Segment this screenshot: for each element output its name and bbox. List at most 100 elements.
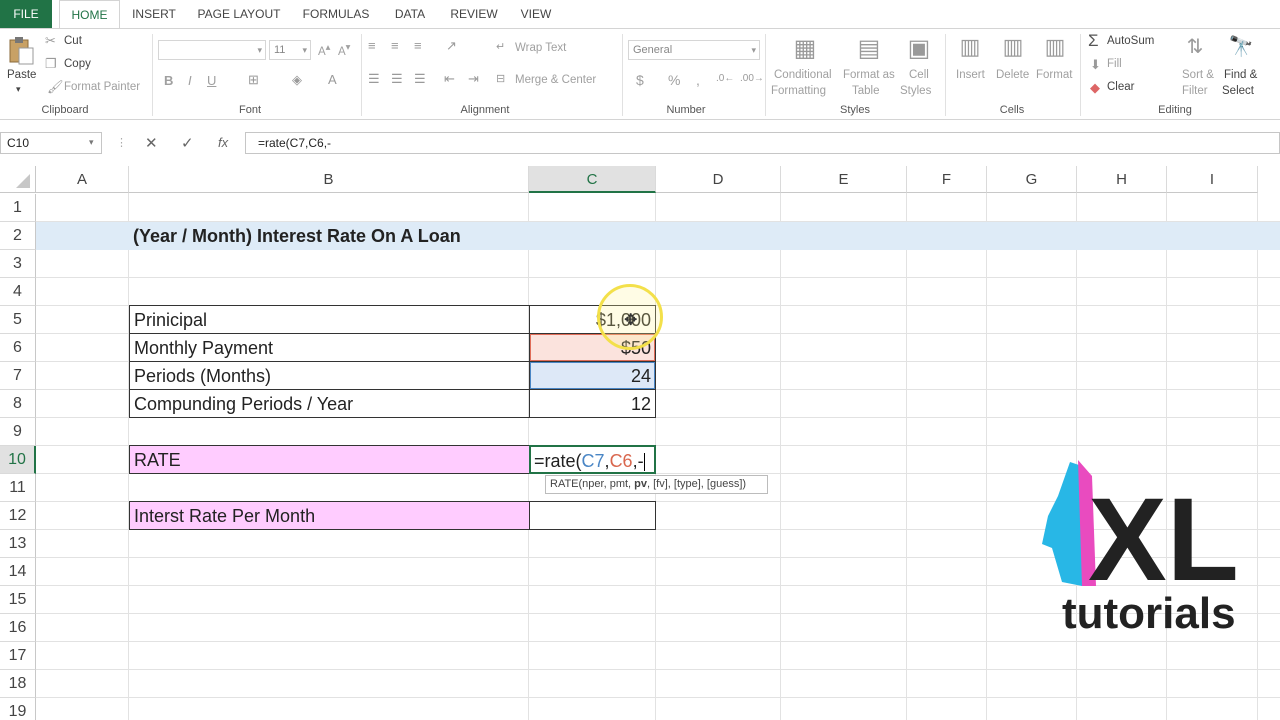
column-header[interactable]: B: [129, 166, 529, 193]
cut-button[interactable]: Cut: [64, 35, 82, 47]
sheet-title[interactable]: (Year / Month) Interest Rate On A Loan: [129, 222, 529, 251]
copy-button[interactable]: Copy: [64, 58, 91, 70]
insert-function-button[interactable]: fx: [218, 135, 228, 150]
decrease-indent-icon[interactable]: ⇤: [444, 71, 455, 87]
font-color-icon[interactable]: A: [328, 72, 337, 87]
autosum-icon[interactable]: Σ: [1088, 31, 1099, 51]
shrink-font-icon[interactable]: A▾: [338, 42, 350, 58]
delete-cells-button[interactable]: Delete: [996, 69, 1029, 81]
row-header[interactable]: 10: [0, 446, 36, 474]
number-format-combo[interactable]: General: [628, 40, 760, 60]
find-select-line2[interactable]: Select: [1222, 85, 1254, 97]
row-header[interactable]: 11: [0, 474, 36, 502]
conditional-formatting-line2[interactable]: Formatting: [771, 85, 826, 97]
fill-button[interactable]: Fill: [1107, 58, 1122, 70]
cell-styles-line2[interactable]: Styles: [900, 85, 931, 97]
periods-value[interactable]: 24: [529, 361, 656, 390]
name-box-dropdown-icon[interactable]: ▾: [89, 137, 94, 148]
row-header[interactable]: 15: [0, 586, 36, 614]
sort-filter-line1[interactable]: Sort &: [1182, 69, 1214, 81]
sort-filter-icon[interactable]: ⇅: [1183, 34, 1207, 59]
tab-view[interactable]: VIEW: [514, 0, 558, 28]
select-all-corner[interactable]: [0, 166, 36, 193]
row-header[interactable]: 6: [0, 334, 36, 362]
function-tooltip[interactable]: RATE(nper, pmt, pv, [fv], [type], [guess…: [545, 475, 768, 494]
wrap-text-icon[interactable]: ↵: [496, 40, 505, 53]
interest-rate-value[interactable]: [529, 501, 656, 530]
increase-indent-icon[interactable]: ⇥: [468, 71, 479, 87]
format-as-table-icon[interactable]: ▤: [854, 34, 884, 64]
orientation-icon[interactable]: ↗: [446, 38, 457, 54]
tab-home[interactable]: HOME: [59, 0, 120, 29]
column-header[interactable]: C: [529, 166, 656, 193]
format-as-table-line2[interactable]: Table: [852, 85, 880, 97]
format-cells-icon[interactable]: ▥: [1040, 34, 1070, 60]
row-header[interactable]: 7: [0, 362, 36, 390]
principal-label[interactable]: Prinicipal: [129, 305, 530, 334]
italic-button[interactable]: I: [188, 73, 192, 88]
column-header[interactable]: I: [1167, 166, 1258, 193]
tab-data[interactable]: DATA: [388, 0, 432, 28]
merge-center-button[interactable]: Merge & Center: [515, 74, 596, 86]
column-header[interactable]: F: [907, 166, 987, 193]
binoculars-icon[interactable]: 🔭: [1228, 34, 1254, 59]
copy-icon[interactable]: ❐: [45, 56, 57, 72]
cut-icon[interactable]: ✂: [45, 33, 56, 49]
row-header[interactable]: 9: [0, 418, 36, 446]
column-header[interactable]: E: [781, 166, 907, 193]
delete-cells-icon[interactable]: ▥: [998, 34, 1028, 60]
row-header[interactable]: 3: [0, 250, 36, 278]
autosum-button[interactable]: AutoSum: [1107, 35, 1154, 47]
paste-dropdown-icon[interactable]: ▾: [16, 84, 21, 95]
comma-button[interactable]: ,: [696, 72, 700, 88]
align-center-icon[interactable]: ☰: [391, 71, 403, 87]
underline-button[interactable]: U: [207, 73, 216, 88]
format-cells-button[interactable]: Format: [1036, 69, 1072, 81]
formula-input[interactable]: =rate(C7,C6,-: [245, 132, 1280, 154]
wrap-text-button[interactable]: Wrap Text: [515, 42, 566, 54]
active-cell-c10[interactable]: =rate(C7,C6,-: [529, 445, 656, 474]
row-header[interactable]: 19: [0, 698, 36, 720]
sort-filter-line2[interactable]: Filter: [1182, 85, 1208, 97]
row-header[interactable]: 13: [0, 530, 36, 558]
fill-color-icon[interactable]: ◈: [292, 72, 302, 88]
cell-styles-icon[interactable]: ▣: [904, 34, 934, 64]
tab-insert[interactable]: INSERT: [128, 0, 180, 28]
tab-formulas[interactable]: FORMULAS: [296, 0, 376, 28]
align-left-icon[interactable]: ☰: [368, 71, 380, 87]
fill-icon[interactable]: ⬇: [1090, 57, 1101, 73]
decrease-decimal-icon[interactable]: .00→: [740, 73, 764, 84]
tab-page-layout[interactable]: PAGE LAYOUT: [192, 0, 286, 28]
align-bottom-icon[interactable]: ≡: [414, 38, 422, 53]
grow-font-icon[interactable]: A▴: [318, 42, 330, 58]
clear-icon[interactable]: ◆: [1090, 80, 1100, 96]
column-header[interactable]: A: [36, 166, 129, 193]
merge-center-icon[interactable]: ⊟: [496, 72, 505, 85]
format-painter-icon[interactable]: 🖌: [47, 79, 64, 95]
font-size-combo[interactable]: 11: [269, 40, 311, 60]
row-header[interactable]: 4: [0, 278, 36, 306]
row-header[interactable]: 8: [0, 390, 36, 418]
clear-button[interactable]: Clear: [1107, 81, 1134, 93]
paste-icon[interactable]: [6, 36, 36, 66]
monthly-payment-label[interactable]: Monthly Payment: [129, 333, 530, 362]
cell-styles-line1[interactable]: Cell: [909, 69, 929, 81]
row-header[interactable]: 18: [0, 670, 36, 698]
percent-button[interactable]: %: [668, 72, 680, 88]
conditional-formatting-line1[interactable]: Conditional: [774, 69, 832, 81]
currency-button[interactable]: $: [636, 72, 644, 88]
align-middle-icon[interactable]: ≡: [391, 38, 399, 53]
find-select-line1[interactable]: Find &: [1224, 69, 1257, 81]
row-header[interactable]: 2: [0, 222, 36, 250]
borders-icon[interactable]: ⊞: [248, 72, 259, 88]
row-header[interactable]: 17: [0, 642, 36, 670]
align-top-icon[interactable]: ≡: [368, 38, 376, 53]
conditional-formatting-icon[interactable]: ▦: [790, 34, 820, 64]
format-painter-button[interactable]: Format Painter: [64, 81, 140, 93]
compounding-value[interactable]: 12: [529, 389, 656, 418]
row-header[interactable]: 16: [0, 614, 36, 642]
periods-label[interactable]: Periods (Months): [129, 361, 530, 390]
interest-rate-label[interactable]: Interst Rate Per Month: [129, 501, 530, 530]
tab-file[interactable]: FILE: [0, 0, 52, 28]
row-header[interactable]: 5: [0, 306, 36, 334]
